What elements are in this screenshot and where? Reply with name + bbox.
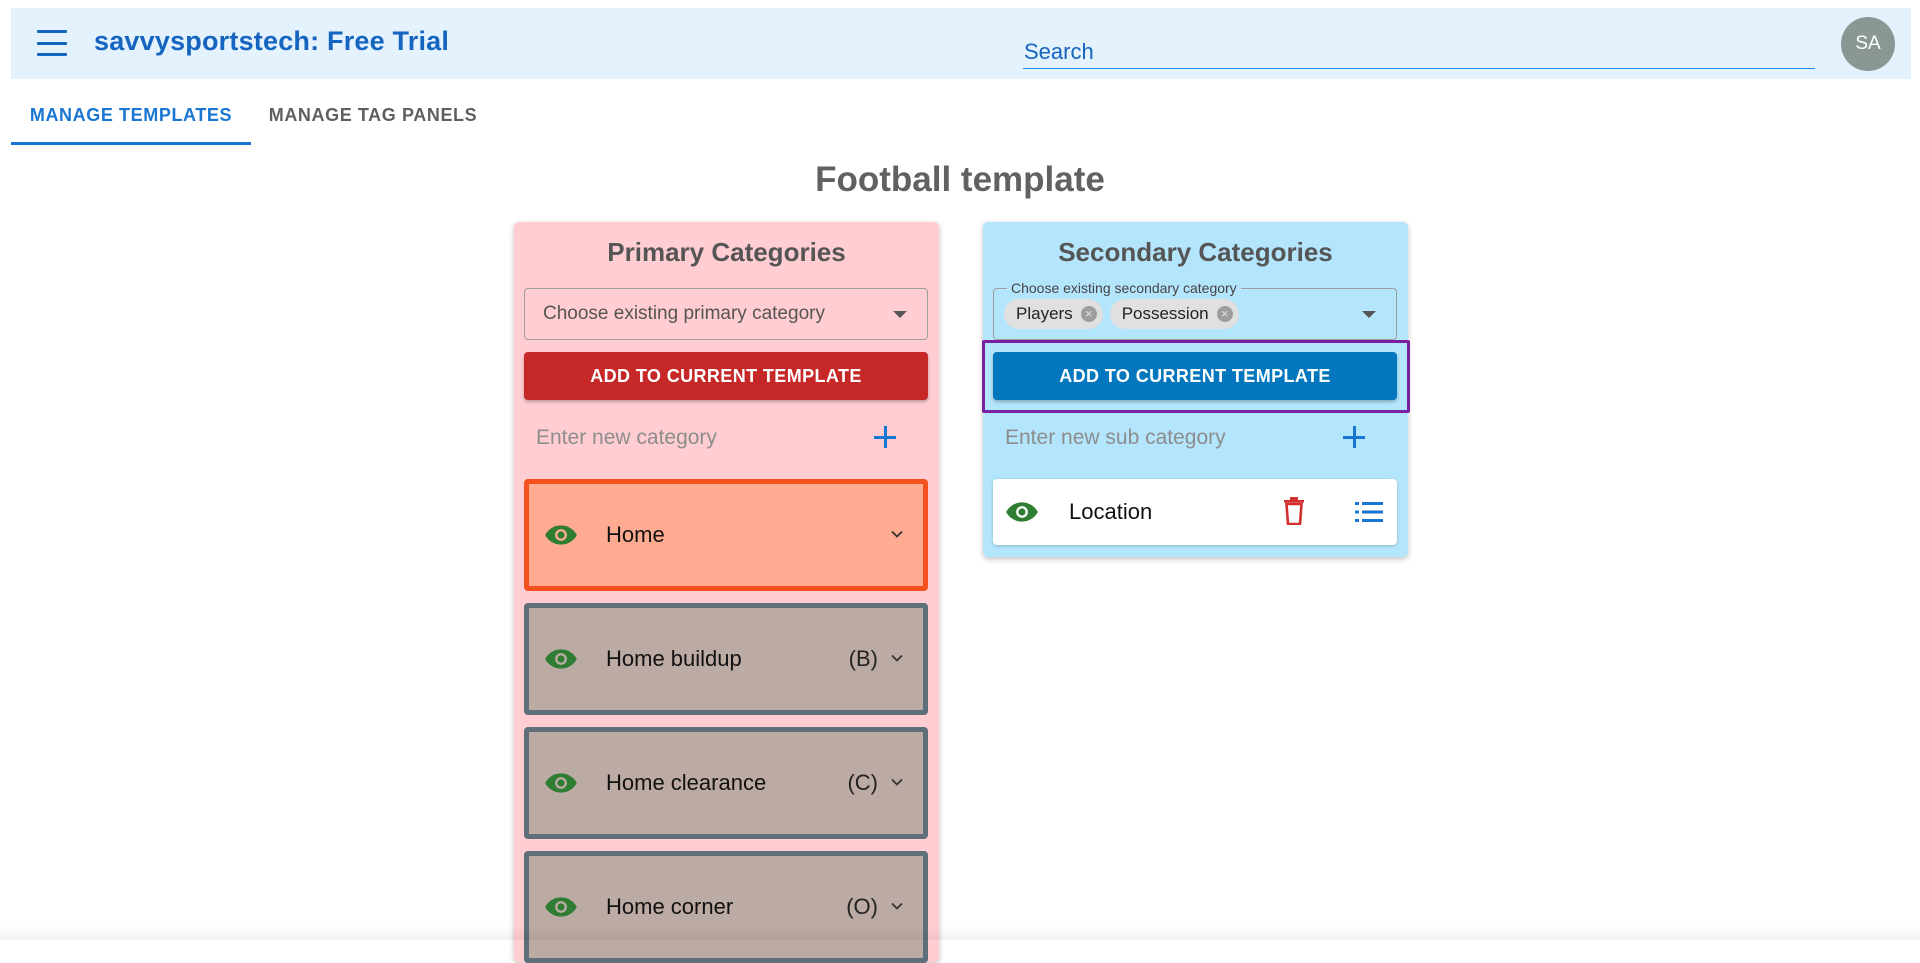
- add-category-plus-icon[interactable]: [870, 422, 900, 452]
- secondary-categories-panel: Secondary Categories Choose existing sec…: [982, 222, 1410, 557]
- search-field: [1023, 28, 1815, 69]
- sub-category-name: Location: [1069, 499, 1153, 524]
- primary-categories-panel: Primary Categories Choose existing prima…: [514, 222, 939, 963]
- category-name: Home clearance: [606, 770, 767, 795]
- tab-manage-tag-panels[interactable]: MANAGE TAG PANELS: [268, 88, 478, 142]
- new-sub-category-input[interactable]: [1003, 412, 1307, 464]
- category-card-home-corner[interactable]: Home corner (O): [524, 851, 928, 963]
- sub-category-item-location[interactable]: Location: [993, 479, 1397, 545]
- eye-icon[interactable]: [544, 524, 578, 546]
- category-card-home-clearance[interactable]: Home clearance (C): [524, 727, 928, 839]
- chevron-down-icon[interactable]: [891, 900, 903, 912]
- selected-chips: Players × Possession ×: [1004, 299, 1239, 329]
- add-sub-category-plus-icon[interactable]: [1339, 422, 1369, 452]
- new-category-row: [524, 412, 928, 464]
- dropdown-arrow-icon: [893, 311, 907, 318]
- primary-category-select[interactable]: Choose existing primary category: [524, 288, 928, 340]
- chip-players[interactable]: Players ×: [1004, 299, 1103, 329]
- new-category-input[interactable]: [534, 412, 838, 464]
- secondary-panel-title: Secondary Categories: [1058, 237, 1333, 267]
- secondary-add-to-template-button[interactable]: ADD TO CURRENT TEMPLATE: [993, 352, 1397, 400]
- category-shortcut: (O): [846, 894, 878, 919]
- primary-panel-title: Primary Categories: [607, 237, 846, 267]
- chip-label: Players: [1016, 304, 1073, 323]
- category-name: Home: [606, 522, 665, 547]
- eye-icon[interactable]: [544, 648, 578, 670]
- dropdown-arrow-icon: [1362, 311, 1376, 318]
- category-shortcut: (C): [847, 770, 878, 795]
- search-input[interactable]: [1023, 28, 1815, 68]
- chip-possession[interactable]: Possession ×: [1109, 299, 1239, 329]
- category-card-home-buildup[interactable]: Home buildup (B): [524, 603, 928, 715]
- list-icon[interactable]: [1355, 500, 1383, 524]
- page-title: Football template: [815, 160, 1105, 199]
- category-name: Home buildup: [606, 646, 742, 671]
- primary-add-to-template-button[interactable]: ADD TO CURRENT TEMPLATE: [524, 352, 928, 400]
- chip-remove-icon[interactable]: ×: [1080, 306, 1097, 322]
- chevron-down-icon[interactable]: [891, 652, 903, 664]
- tab-manage-templates[interactable]: MANAGE TEMPLATES: [11, 88, 251, 142]
- active-tab-indicator: [11, 142, 251, 145]
- app-title: savvysportstech: Free Trial: [94, 26, 450, 56]
- trash-icon[interactable]: [1283, 497, 1305, 525]
- hamburger-menu-icon[interactable]: [37, 30, 67, 56]
- app-bar: savvysportstech: Free Trial SA: [11, 8, 1911, 79]
- avatar[interactable]: SA: [1841, 17, 1895, 71]
- primary-select-placeholder: Choose existing primary category: [543, 303, 825, 324]
- eye-icon[interactable]: [1005, 501, 1039, 523]
- secondary-select-label: Choose existing secondary category: [1007, 280, 1241, 296]
- new-sub-category-row: [993, 412, 1397, 464]
- bottom-shadow: [0, 926, 1920, 940]
- category-name: Home corner: [606, 894, 734, 919]
- category-card-home[interactable]: Home: [524, 479, 928, 591]
- eye-icon[interactable]: [544, 896, 578, 918]
- category-shortcut: (B): [848, 646, 878, 671]
- chip-remove-icon[interactable]: ×: [1216, 306, 1233, 322]
- chevron-down-icon[interactable]: [891, 776, 903, 788]
- chip-label: Possession: [1121, 304, 1209, 323]
- eye-icon[interactable]: [544, 772, 578, 794]
- tab-bar: MANAGE TEMPLATES MANAGE TAG PANELS: [11, 88, 1911, 145]
- chevron-down-icon[interactable]: [891, 528, 903, 540]
- secondary-category-select[interactable]: Choose existing secondary category Playe…: [993, 280, 1397, 340]
